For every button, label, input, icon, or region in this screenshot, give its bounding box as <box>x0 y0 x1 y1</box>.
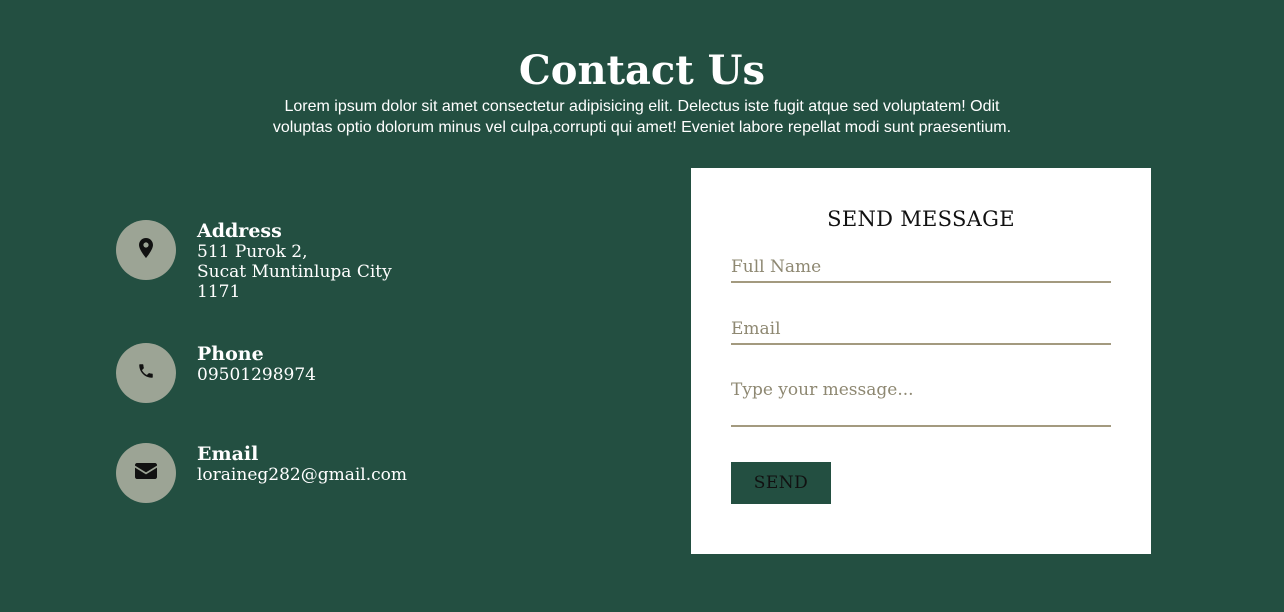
phone-number: 09501298974 <box>197 365 316 385</box>
page-title: Contact Us <box>518 47 766 94</box>
address-title: Address <box>197 220 282 242</box>
email-input[interactable] <box>731 318 1111 345</box>
email-address: loraineg282@gmail.com <box>197 465 408 485</box>
email-text: Email loraineg282@gmail.com <box>197 443 407 485</box>
page-description-line-2: voluptas optio dolorum minus vel culpa,c… <box>272 119 1012 136</box>
phone-icon <box>137 362 155 384</box>
email-title: Email <box>197 443 259 465</box>
phone-text: Phone 09501298974 <box>197 343 316 385</box>
address-icon-circle <box>116 220 176 280</box>
phone-info: Phone 09501298974 <box>116 343 316 403</box>
phone-icon-circle <box>116 343 176 403</box>
page-description: Lorem ipsum dolor sit amet consectetur a… <box>242 96 1042 138</box>
email-info: Email loraineg282@gmail.com <box>116 443 407 503</box>
address-line-3: 1171 <box>197 282 241 302</box>
page-description-line-1: Lorem ipsum dolor sit amet consectetur a… <box>284 98 1000 115</box>
contact-header: Contact Us Lorem ipsum dolor sit amet co… <box>0 48 1284 138</box>
address-line-2: Sucat Muntinlupa City <box>197 262 392 282</box>
address-info: Address 511 Purok 2, Sucat Muntinlupa Ci… <box>116 220 392 302</box>
full-name-input[interactable] <box>731 256 1111 283</box>
map-pin-icon <box>139 238 153 262</box>
address-text: Address 511 Purok 2, Sucat Muntinlupa Ci… <box>197 220 392 302</box>
email-icon-circle <box>116 443 176 503</box>
message-textarea[interactable] <box>731 380 1111 427</box>
envelope-icon <box>135 463 157 483</box>
form-title: SEND MESSAGE <box>827 207 1015 231</box>
address-line-1: 511 Purok 2, <box>197 242 308 262</box>
send-button[interactable]: SEND <box>731 462 831 504</box>
send-message-form: SEND MESSAGE SEND <box>691 168 1151 554</box>
phone-title: Phone <box>197 343 264 365</box>
